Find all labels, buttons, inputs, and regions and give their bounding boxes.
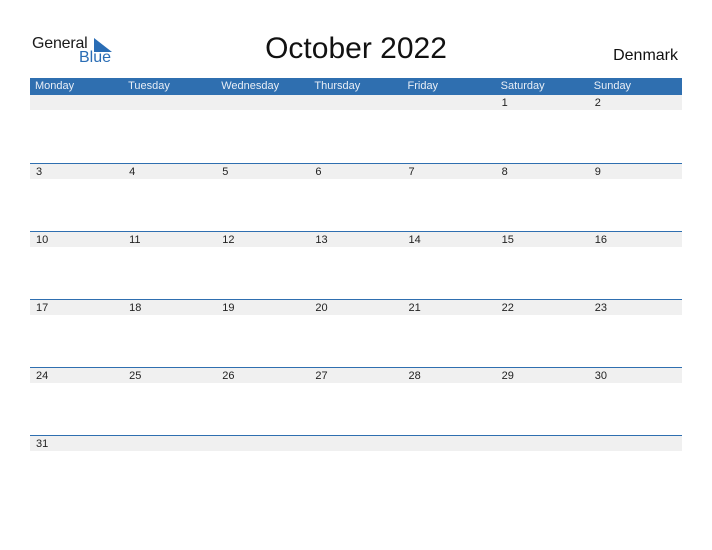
- day-cell: 13: [315, 234, 328, 246]
- day-cell: 27: [315, 370, 328, 382]
- day-cell: 6: [315, 166, 322, 178]
- page-title: October 2022: [265, 32, 447, 65]
- weekday-friday: Friday: [407, 80, 439, 92]
- weekday-thursday: Thursday: [314, 80, 361, 92]
- day-cell: [123, 95, 216, 110]
- date-band: 12: [30, 95, 682, 110]
- day-cell: 10: [36, 234, 49, 246]
- weekday-tuesday: Tuesday: [128, 80, 170, 92]
- day-cell: 23: [594, 302, 607, 314]
- weekday-saturday: Saturday: [500, 80, 545, 92]
- day-cell: 7: [408, 166, 415, 178]
- day-cell: 11: [129, 234, 141, 246]
- day-cell: 26: [222, 370, 235, 382]
- week-row: 12: [30, 95, 682, 163]
- week-row: 24 25 26 27 28 29 30: [30, 367, 682, 435]
- day-cell: 22: [501, 302, 514, 314]
- date-band: 10 11 12 13 14 15 16: [30, 232, 682, 247]
- weekday-wednesday: Wednesday: [221, 80, 280, 92]
- day-cell: 28: [408, 370, 421, 382]
- day-cell: 15: [501, 234, 514, 246]
- day-cell: 1: [501, 97, 508, 109]
- day-cell: 2: [594, 97, 601, 109]
- day-cell: [309, 436, 402, 451]
- weekday-sunday: Sunday: [593, 80, 632, 92]
- country-label: Denmark: [613, 47, 678, 64]
- weekday-header: Monday Tuesday Wednesday Thursday Friday…: [30, 78, 682, 95]
- day-cell: 14: [408, 234, 421, 246]
- day-cell: [216, 436, 309, 451]
- calendar-grid: Monday Tuesday Wednesday Thursday Friday…: [30, 78, 682, 503]
- weekday-monday: Monday: [35, 80, 75, 92]
- date-band: 3 4 5 6 7 8 9: [30, 164, 682, 179]
- day-cell: 4: [129, 166, 136, 178]
- day-cell: 29: [501, 370, 514, 382]
- day-cell: [123, 436, 216, 451]
- date-band: 17 18 19 20 21 22 23: [30, 300, 682, 315]
- day-cell: [216, 95, 309, 110]
- day-cell: 25: [129, 370, 142, 382]
- day-cell: [403, 95, 496, 110]
- day-cell: 17: [36, 302, 49, 314]
- day-cell: 5: [222, 166, 229, 178]
- day-cell: 8: [501, 166, 508, 178]
- day-cell: 9: [594, 166, 601, 178]
- date-band: 31: [30, 436, 682, 451]
- day-cell: 24: [36, 370, 49, 382]
- week-row: 31: [30, 435, 682, 503]
- week-row: 10 11 12 13 14 15 16: [30, 231, 682, 299]
- day-cell: 19: [222, 302, 235, 314]
- day-cell: 31: [36, 438, 49, 450]
- week-row: 3 4 5 6 7 8 9: [30, 163, 682, 231]
- day-cell: 20: [315, 302, 328, 314]
- day-cell: 16: [594, 234, 607, 246]
- day-cell: 3: [36, 166, 43, 178]
- day-cell: 12: [222, 234, 235, 246]
- day-cell: 30: [594, 370, 607, 382]
- day-cell: 21: [408, 302, 421, 314]
- day-cell: [403, 436, 496, 451]
- week-row: 17 18 19 20 21 22 23: [30, 299, 682, 367]
- day-cell: [30, 95, 123, 110]
- day-cell: [589, 436, 682, 451]
- day-cell: 18: [129, 302, 142, 314]
- day-cell: [309, 95, 402, 110]
- day-cell: [496, 436, 589, 451]
- date-band: 24 25 26 27 28 29 30: [30, 368, 682, 383]
